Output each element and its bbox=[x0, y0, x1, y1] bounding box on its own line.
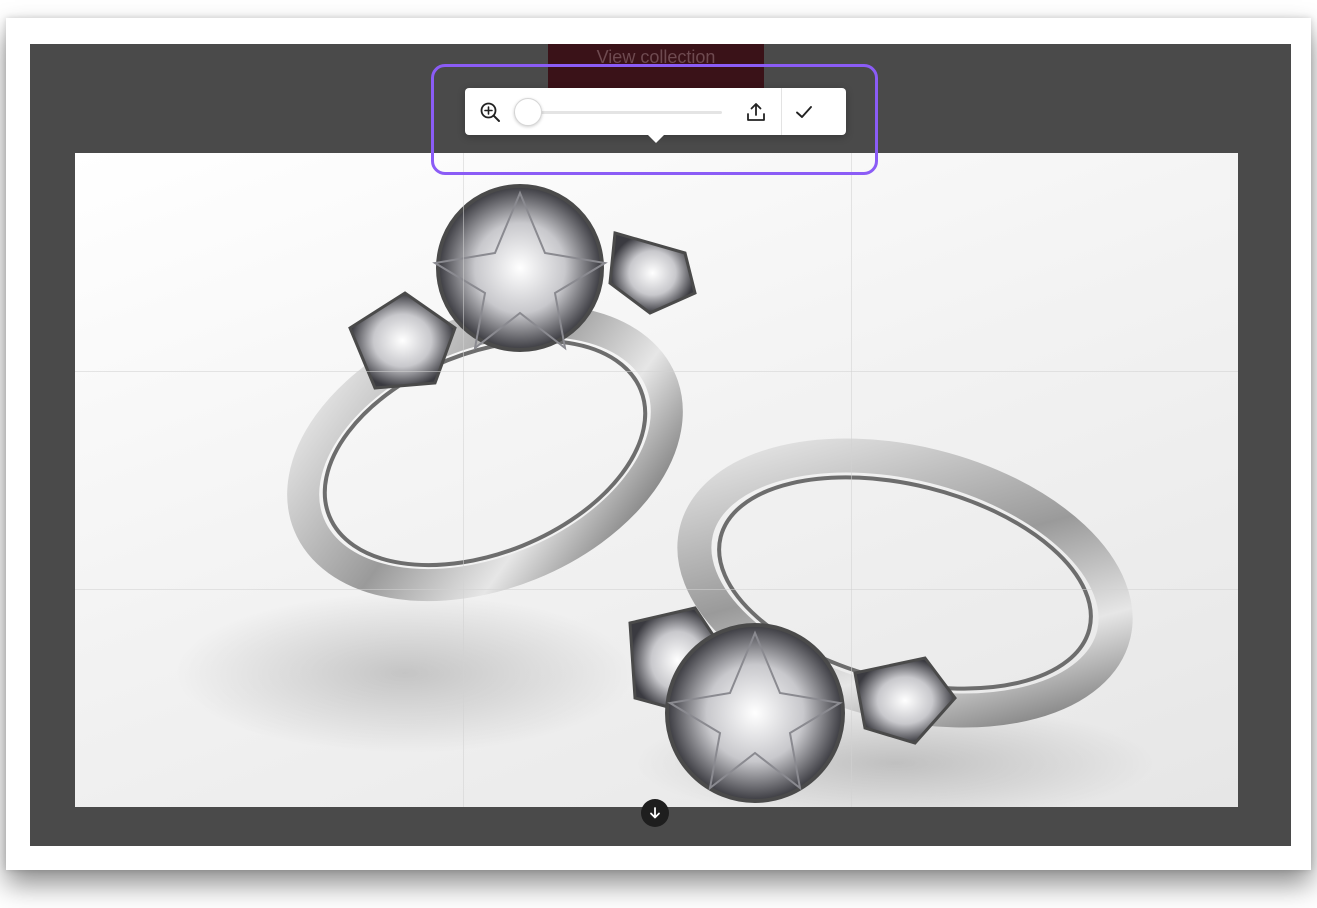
crop-grid-line bbox=[463, 153, 464, 807]
crop-grid-line bbox=[851, 153, 852, 807]
checkmark-icon[interactable] bbox=[792, 100, 816, 124]
crop-image-area[interactable] bbox=[75, 153, 1238, 807]
image-zoom-toolbar bbox=[465, 88, 846, 135]
zoom-slider-thumb[interactable] bbox=[514, 97, 542, 126]
crop-grid-line bbox=[75, 589, 1238, 590]
toolbar-pointer bbox=[648, 135, 664, 143]
zoom-slider[interactable] bbox=[514, 96, 722, 128]
zoom-in-icon[interactable] bbox=[478, 100, 502, 124]
arrow-down-icon[interactable] bbox=[641, 799, 669, 827]
crop-grid-line bbox=[75, 371, 1238, 372]
arrow-down-glyph bbox=[650, 807, 660, 819]
upload-icon[interactable] bbox=[744, 100, 768, 124]
zoom-slider-track bbox=[514, 110, 722, 114]
toolbar-divider bbox=[781, 88, 782, 135]
rings-photo bbox=[175, 184, 1155, 807]
